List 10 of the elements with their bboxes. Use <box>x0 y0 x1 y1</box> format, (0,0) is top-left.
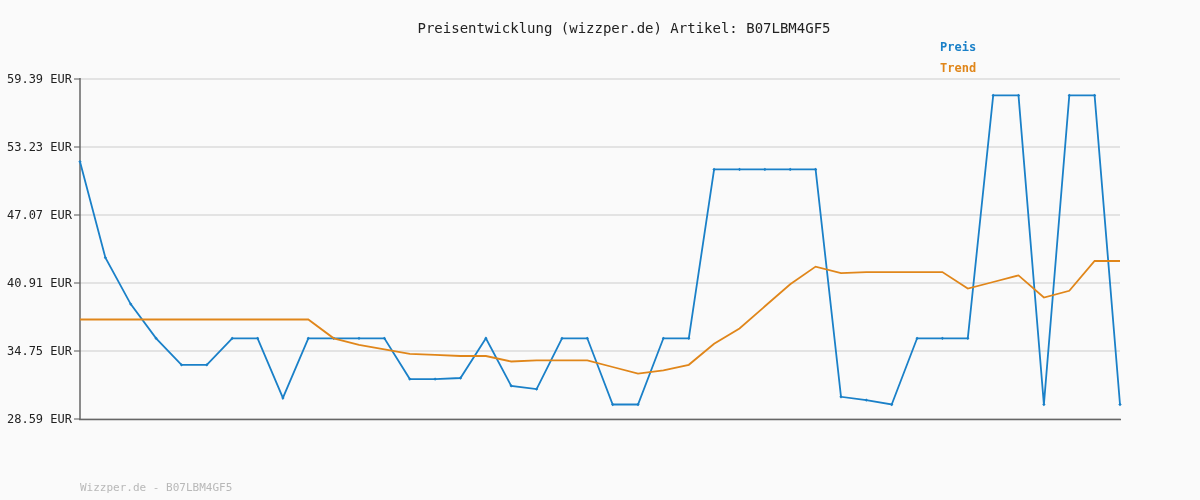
footer-text: Wizzper.de - B07LBM4GF5 <box>80 481 233 494</box>
y-axis-label: 40.91 EUR <box>6 276 72 290</box>
y-axis-label: 47.07 EUR <box>6 208 72 222</box>
y-axis-label: 34.75 EUR <box>6 344 72 358</box>
legend-label: Trend <box>940 61 977 75</box>
y-axis-label: 59.39 EUR <box>6 72 72 86</box>
y-axis-label: 53.23 EUR <box>6 140 72 154</box>
chart-title: Preisentwicklung (wizzper.de) Artikel: B07LBM4GF5 <box>417 20 831 36</box>
legend-label: Preis <box>940 40 977 54</box>
y-axis-label: 28.59 EUR <box>6 412 72 426</box>
